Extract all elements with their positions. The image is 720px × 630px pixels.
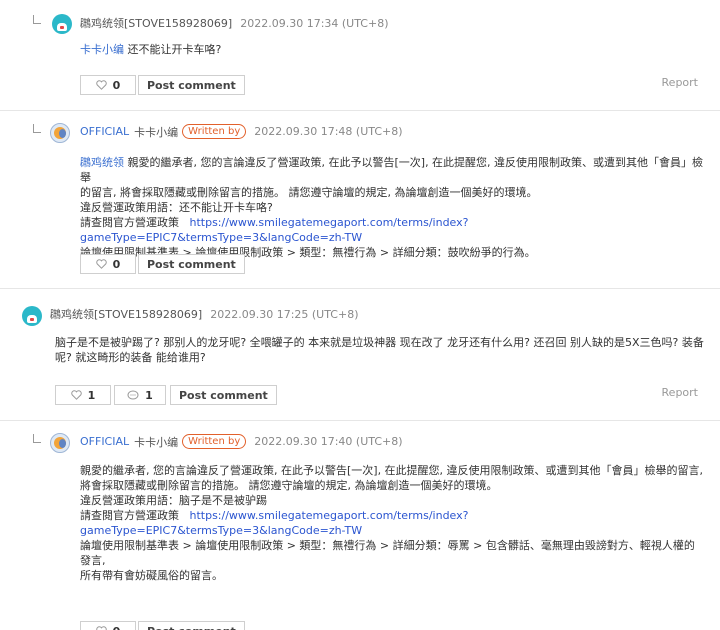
comment-line: 違反營運政策用語：脑子是不是被驴踢 <box>80 494 267 507</box>
chat-bubble-icon <box>127 390 139 401</box>
like-button[interactable]: 0 <box>80 75 136 95</box>
comment-author[interactable]: 卡卡小编 <box>134 124 178 140</box>
user-avatar[interactable] <box>22 306 42 326</box>
heart-icon <box>95 80 107 90</box>
post-comment-button[interactable]: Post comment <box>138 621 245 630</box>
comment-line: 違反營運政策用語：还不能让开卡车咯? <box>80 201 273 214</box>
comment-line: 所有帶有會妨礙風俗的留言。 <box>80 569 223 582</box>
reply-indicator <box>33 124 41 133</box>
reply-count-button[interactable]: 1 <box>114 385 166 405</box>
comment-text: 还不能让开卡车咯? <box>127 43 222 56</box>
policy-prefix: 請查閱官方營運政策 <box>80 216 179 229</box>
divider <box>0 288 720 289</box>
divider <box>0 420 720 421</box>
post-comment-button[interactable]: Post comment <box>138 254 245 274</box>
report-link[interactable]: Report <box>662 386 698 399</box>
like-count: 0 <box>112 257 121 271</box>
comment-time: 2022.09.30 17:34 (UTC+8) <box>240 16 389 30</box>
mention-link[interactable]: 卡卡小编 <box>80 43 124 56</box>
post-comment-button[interactable]: Post comment <box>138 75 245 95</box>
official-label: OFFICIAL <box>80 125 130 138</box>
like-button[interactable]: 0 <box>80 621 136 630</box>
comment-time: 2022.09.30 17:40 (UTC+8) <box>254 435 403 448</box>
official-label: OFFICIAL <box>80 435 130 448</box>
comment-line: 親愛的繼承者, 您的言論違反了營運政策, 在此予以警告[一次], 在此提醒您, … <box>80 156 704 184</box>
user-avatar[interactable] <box>52 14 72 34</box>
comment-author[interactable]: 鸊鸡统领[STOVE158928069] <box>80 15 232 31</box>
like-count: 0 <box>113 625 121 630</box>
report-link[interactable]: Report <box>662 76 698 89</box>
heart-icon <box>95 626 107 630</box>
written-by-badge: Written by <box>182 124 247 139</box>
comment-line: 呢? 就这畸形的装备 能给谁用? <box>55 351 206 364</box>
comment-author[interactable]: 鸊鸡统领[STOVE158928069] <box>50 306 202 322</box>
comment-line: 親愛的繼承者, 您的言論違反了營運政策, 在此予以警告[一次], 在此提醒您, … <box>80 464 704 477</box>
comment-body: 鸊鸡统领 親愛的繼承者, 您的言論違反了營運政策, 在此予以警告[一次], 在此… <box>80 155 705 260</box>
policy-prefix: 請查閱官方營運政策 <box>80 509 179 522</box>
mention-link[interactable]: 鸊鸡统领 <box>80 156 124 169</box>
comment-time: 2022.09.30 17:48 (UTC+8) <box>254 125 403 138</box>
comment-line: 論壇使用限制基準表 > 論壇使用限制政策 > 類型：無禮行為 > 詳細分類：辱罵… <box>80 539 695 567</box>
comment-body: 卡卡小编 还不能让开卡车咯? <box>80 42 221 57</box>
written-by-badge: Written by <box>182 434 247 449</box>
reply-indicator <box>33 434 41 443</box>
comment-body: 親愛的繼承者, 您的言論違反了營運政策, 在此予以警告[一次], 在此提醒您, … <box>80 463 705 583</box>
official-avatar[interactable] <box>50 433 70 453</box>
comment-time: 2022.09.30 17:25 (UTC+8) <box>210 307 359 321</box>
comment-line: 脑子是不是被驴踢了? 那别人的龙牙呢? 全喂罐子的 本来就是垃圾神器 现在改了 … <box>55 336 704 349</box>
post-comment-button[interactable]: Post comment <box>170 385 277 405</box>
like-count: 0 <box>112 78 121 92</box>
divider <box>0 110 720 111</box>
comment-line: 的留言, 將會採取隱藏或刪除留言的措施。 請您遵守論壇的規定, 為論壇創造一個美… <box>80 186 538 199</box>
comment-line: 將會採取隱藏或刪除留言的措施。 請您遵守論壇的規定, 為論壇創造一個美好的環境。 <box>80 479 498 492</box>
like-count: 1 <box>87 388 96 402</box>
like-button[interactable]: 1 <box>55 385 111 405</box>
reply-indicator <box>33 15 41 24</box>
comment-author[interactable]: 卡卡小编 <box>134 434 178 450</box>
official-avatar[interactable] <box>50 123 70 143</box>
heart-icon <box>70 390 82 400</box>
heart-icon <box>95 259 107 269</box>
reply-count: 1 <box>145 388 153 402</box>
comment-body: 脑子是不是被驴踢了? 那别人的龙牙呢? 全喂罐子的 本来就是垃圾神器 现在改了 … <box>55 335 705 365</box>
like-button[interactable]: 0 <box>80 254 136 274</box>
